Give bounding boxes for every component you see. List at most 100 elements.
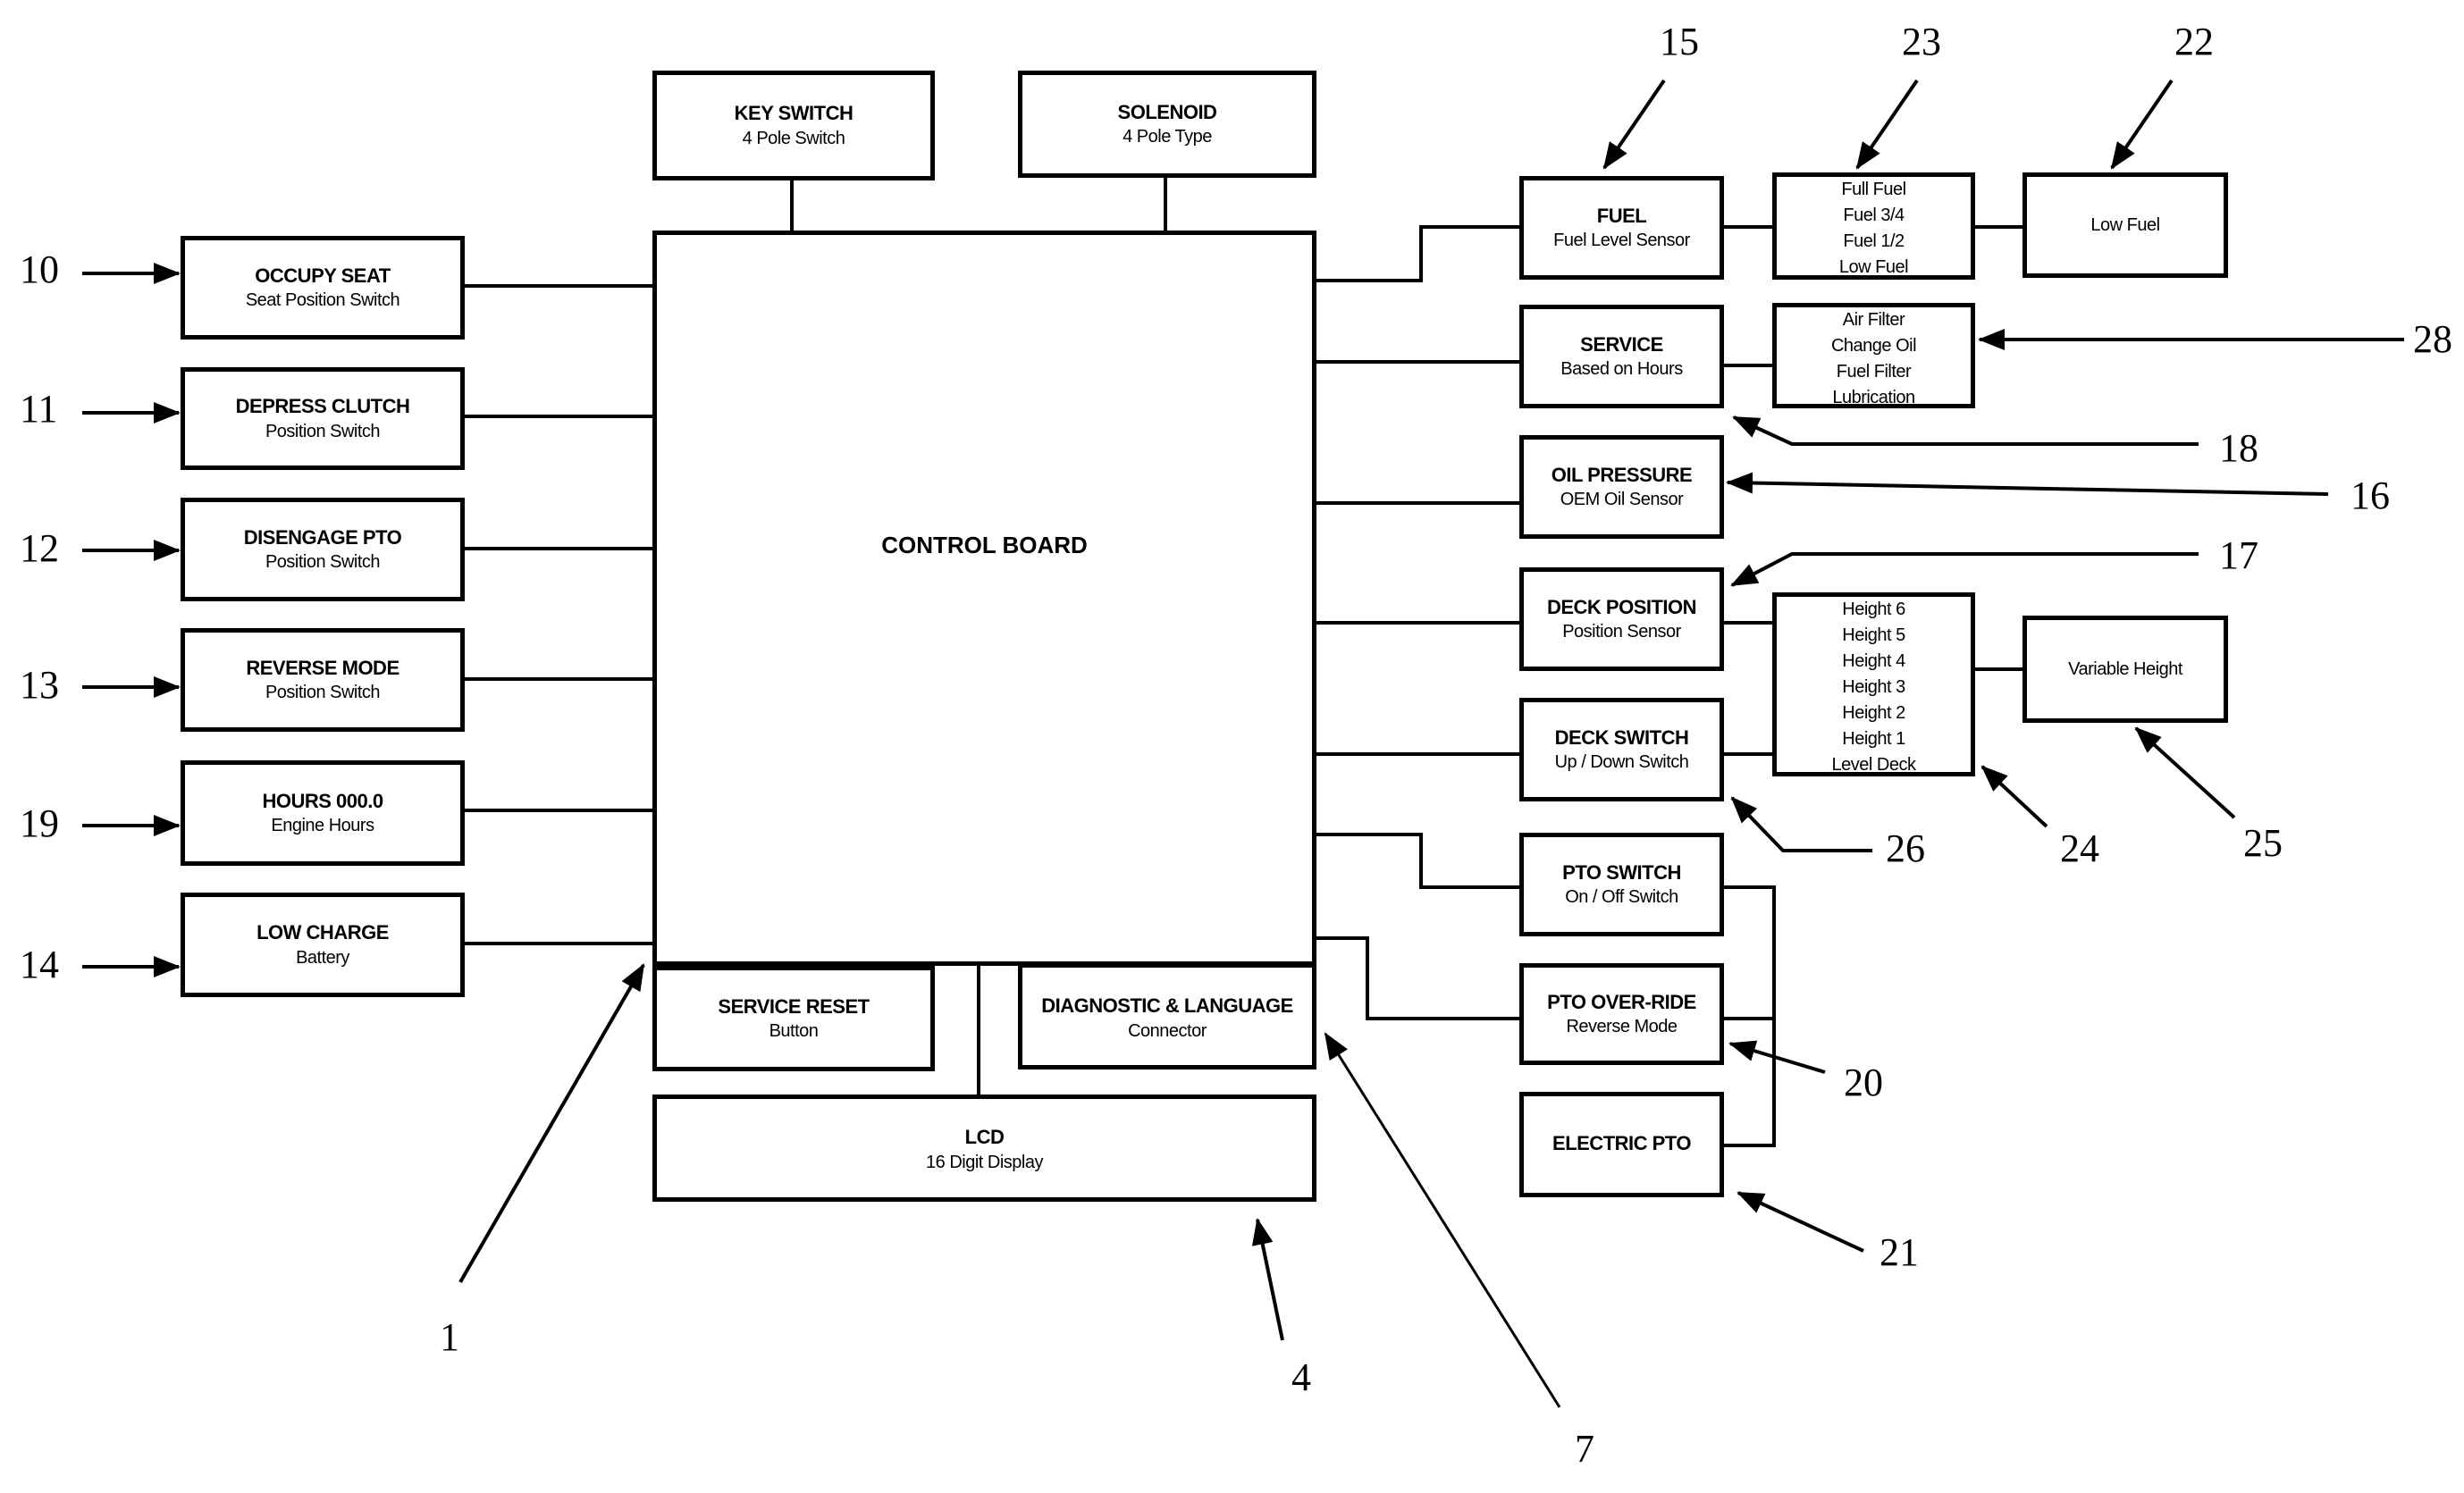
leader-22 xyxy=(2110,79,2174,170)
leader-20 xyxy=(1728,1040,1826,1074)
diagnostic-connector-box: DIAGNOSTIC & LANGUAGE Connector xyxy=(1018,963,1316,1069)
ref-label-7: 7 xyxy=(1575,1427,1594,1471)
wire-fuel xyxy=(1316,225,1519,282)
leader-18 xyxy=(1732,415,2199,446)
leader-21 xyxy=(1737,1191,1864,1253)
ref-label-22: 22 xyxy=(2174,20,2214,63)
fuel-title: FUEL xyxy=(1596,204,1647,227)
wire-pto-switch xyxy=(1316,833,1519,889)
deck-switch-title: DECK SWITCH xyxy=(1554,726,1689,749)
oil-pressure-title: OIL PRESSURE xyxy=(1551,463,1693,486)
pto-switch-box: PTO SWITCH On / Off Switch xyxy=(1519,833,1724,936)
depress-clutch-title: DEPRESS CLUTCH xyxy=(235,395,410,418)
key-switch-subtitle: 4 Pole Switch xyxy=(742,128,845,148)
leader-24 xyxy=(1980,765,2048,828)
service-item: Lubrication xyxy=(1832,388,1915,407)
variable-height-box: Variable Height xyxy=(2022,616,2228,723)
ref-label-17: 17 xyxy=(2219,533,2258,577)
control-board-title: CONTROL BOARD xyxy=(881,532,1088,558)
fuel-sensor-box: FUEL Fuel Level Sensor xyxy=(1519,176,1724,280)
service-subtitle: Based on Hours xyxy=(1560,359,1683,380)
fuel-level-item: Fuel 3/4 xyxy=(1843,205,1905,225)
leader-4 xyxy=(1251,1218,1284,1341)
low-fuel-label: Low Fuel xyxy=(2090,214,2160,235)
height-item: Height 1 xyxy=(1842,729,1905,749)
height-item: Height 5 xyxy=(1842,625,1905,645)
reverse-mode-title: REVERSE MODE xyxy=(246,656,399,679)
disengage-pto-box: DISENGAGE PTO Position Switch xyxy=(181,498,465,601)
ref-label-15: 15 xyxy=(1660,20,1699,63)
electric-pto-title: ELECTRIC PTO xyxy=(1552,1132,1691,1154)
solenoid-subtitle: 4 Pole Type xyxy=(1123,127,1212,147)
ref-label-18: 18 xyxy=(2219,426,2258,470)
diagnostic-title: DIAGNOSTIC & LANGUAGE xyxy=(1041,994,1293,1017)
depress-clutch-subtitle: Position Switch xyxy=(265,421,381,441)
low-charge-title: LOW CHARGE xyxy=(256,921,389,944)
ref-label-26: 26 xyxy=(1886,826,1925,870)
engine-hours-subtitle: Engine Hours xyxy=(271,816,374,836)
ref-label-20: 20 xyxy=(1844,1061,1883,1104)
ref-label-28: 28 xyxy=(2413,317,2452,361)
lcd-display-box: LCD 16 Digit Display xyxy=(652,1095,1316,1202)
leader-1 xyxy=(458,963,645,1284)
fuel-level-item: Fuel 1/2 xyxy=(1843,231,1905,251)
service-item: Fuel Filter xyxy=(1836,362,1912,382)
key-switch-box: KEY SWITCH 4 Pole Switch xyxy=(652,71,935,180)
service-reset-button-box: SERVICE RESET Button xyxy=(652,966,935,1071)
service-reset-subtitle: Button xyxy=(769,1021,819,1042)
fuel-subtitle: Fuel Level Sensor xyxy=(1553,231,1690,251)
height-item: Height 2 xyxy=(1842,703,1905,723)
occupy-seat-subtitle: Seat Position Switch xyxy=(245,290,400,311)
ref-label-19: 19 xyxy=(20,801,59,845)
diagnostic-subtitle: Connector xyxy=(1128,1020,1207,1041)
deck-position-box: DECK POSITION Position Sensor xyxy=(1519,567,1724,671)
leader-23 xyxy=(1855,79,1919,170)
pto-switch-subtitle: On / Off Switch xyxy=(1565,887,1678,908)
ref-label-11: 11 xyxy=(20,387,58,431)
engine-hours-title: HOURS 000.0 xyxy=(262,789,383,812)
ref-label-16: 16 xyxy=(2350,474,2390,517)
height-item: Height 4 xyxy=(1842,651,1905,671)
electric-pto-box: ELECTRIC PTO xyxy=(1519,1092,1724,1197)
solenoid-title: SOLENOID xyxy=(1117,100,1217,123)
leader-17 xyxy=(1730,552,2199,587)
disengage-pto-subtitle: Position Switch xyxy=(265,552,381,573)
pto-switch-title: PTO SWITCH xyxy=(1562,860,1681,884)
low-charge-box: LOW CHARGE Battery xyxy=(181,893,465,997)
height-item: Height 6 xyxy=(1842,600,1905,619)
service-item: Change Oil xyxy=(1830,336,1917,356)
control-board: CONTROL BOARD xyxy=(652,231,1316,966)
height-item: Level Deck xyxy=(1831,755,1916,775)
wire-pto-bus xyxy=(1724,885,1776,1147)
leader-15 xyxy=(1602,79,1666,170)
deck-switch-subtitle: Up / Down Switch xyxy=(1554,752,1689,773)
service-reset-title: SERVICE RESET xyxy=(718,994,870,1018)
service-item: Air Filter xyxy=(1842,310,1905,330)
oil-pressure-subtitle: OEM Oil Sensor xyxy=(1560,490,1684,510)
ref-label-12: 12 xyxy=(20,526,59,570)
service-title: SERVICE xyxy=(1580,332,1663,356)
engine-hours-box: HOURS 000.0 Engine Hours xyxy=(181,760,465,866)
variable-height-label: Variable Height xyxy=(2068,658,2182,679)
fuel-level-item: Full Fuel xyxy=(1841,180,1906,199)
leader-25 xyxy=(2134,726,2236,819)
ref-label-4: 4 xyxy=(1291,1355,1311,1399)
deck-heights-box: Height 6 Height 5 Height 4 Height 3 Heig… xyxy=(1772,592,1975,776)
wire-pto-override xyxy=(1316,936,1519,1020)
occupy-seat-box: OCCUPY SEAT Seat Position Switch xyxy=(181,236,465,340)
occupy-seat-title: OCCUPY SEAT xyxy=(255,264,391,287)
ref-label-1: 1 xyxy=(440,1315,459,1359)
leader-16 xyxy=(1726,472,2329,496)
ref-label-13: 13 xyxy=(20,663,59,707)
service-items-box: Air Filter Change Oil Fuel Filter Lubric… xyxy=(1772,303,1975,408)
solenoid-box: SOLENOID 4 Pole Type xyxy=(1018,71,1316,178)
low-fuel-box: Low Fuel xyxy=(2022,172,2228,278)
height-item: Height 3 xyxy=(1842,677,1905,697)
ref-label-10: 10 xyxy=(20,247,59,291)
leader-7 xyxy=(1324,1032,1561,1408)
oil-pressure-box: OIL PRESSURE OEM Oil Sensor xyxy=(1519,435,1724,539)
deck-position-title: DECK POSITION xyxy=(1546,595,1697,618)
ref-label-25: 25 xyxy=(2243,821,2283,865)
leader-26 xyxy=(1730,796,1872,852)
fuel-levels-box: Full Fuel Fuel 3/4 Fuel 1/2 Low Fuel xyxy=(1772,172,1975,280)
